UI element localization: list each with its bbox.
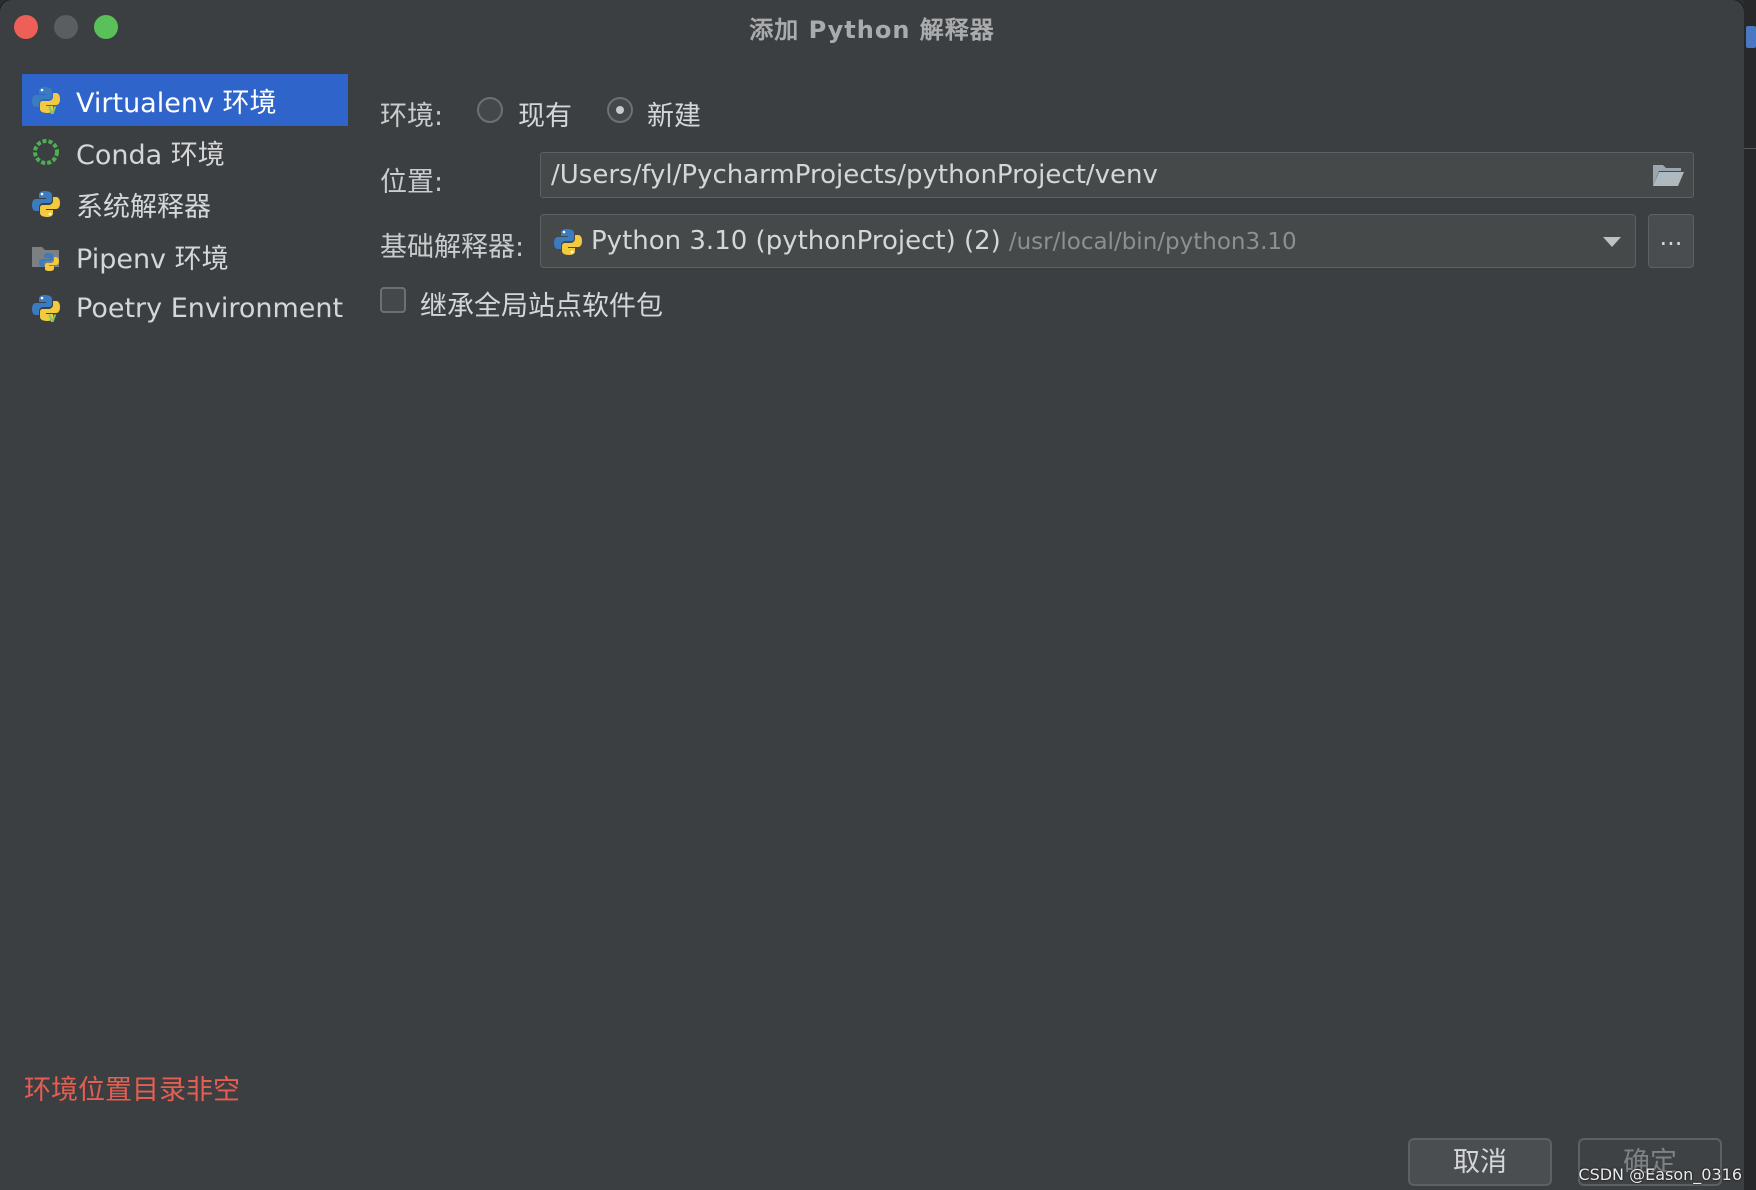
location-field bbox=[540, 152, 1694, 198]
chevron-down-icon bbox=[1603, 237, 1621, 247]
pipenv-icon bbox=[30, 240, 62, 272]
sidebar-item-label: Virtualenv 环境 bbox=[76, 87, 277, 119]
conda-icon bbox=[30, 136, 62, 168]
browse-interpreter-button[interactable]: ... bbox=[1648, 214, 1694, 268]
environment-type-sidebar: v Virtualenv 环境 Conda 环境 系统解释器 Pipenv 环境… bbox=[22, 74, 348, 334]
radio-new-label[interactable]: 新建 bbox=[647, 94, 701, 133]
base-interpreter-dropdown[interactable]: Python 3.10 (pythonProject) (2) /usr/loca… bbox=[540, 214, 1636, 268]
sidebar-item-poetry[interactable]: v Poetry Environment bbox=[22, 282, 348, 334]
svg-text:v: v bbox=[48, 311, 57, 323]
svg-text:v: v bbox=[48, 103, 57, 115]
radio-new[interactable] bbox=[607, 97, 633, 123]
poetry-icon: v bbox=[30, 292, 62, 324]
base-interpreter-label: 基础解释器: bbox=[380, 232, 525, 263]
location-label: 位置: bbox=[380, 167, 444, 198]
base-interpreter-name: Python 3.10 (pythonProject) (2) bbox=[591, 226, 1001, 256]
browse-folder-button[interactable] bbox=[1651, 161, 1685, 189]
base-interpreter-path: /usr/local/bin/python3.10 bbox=[1008, 229, 1297, 255]
cancel-button[interactable]: 取消 bbox=[1408, 1138, 1552, 1186]
inherit-global-packages-label[interactable]: 继承全局站点软件包 bbox=[420, 284, 663, 323]
environment-label: 环境: bbox=[380, 101, 444, 132]
python-icon bbox=[554, 229, 582, 255]
inherit-global-packages-checkbox[interactable] bbox=[380, 287, 406, 313]
folder-open-icon bbox=[1653, 165, 1684, 186]
radio-existing-label[interactable]: 现有 bbox=[518, 94, 572, 133]
sidebar-item-label: Pipenv 环境 bbox=[76, 243, 229, 275]
base-interpreter-value: Python 3.10 (pythonProject) (2) /usr/loca… bbox=[591, 226, 1297, 256]
sidebar-item-conda[interactable]: Conda 环境 bbox=[22, 126, 348, 178]
radio-existing[interactable] bbox=[477, 97, 503, 123]
watermark: CSDN @Eason_0316 bbox=[1578, 1165, 1742, 1184]
sidebar-item-pipenv[interactable]: Pipenv 环境 bbox=[22, 230, 348, 282]
divider bbox=[1744, 148, 1756, 149]
sidebar-item-system-interpreter[interactable]: 系统解释器 bbox=[22, 178, 348, 230]
python-virtualenv-icon: v bbox=[30, 84, 62, 116]
sidebar-item-label: 系统解释器 bbox=[76, 191, 211, 223]
background-highlight bbox=[1746, 26, 1756, 48]
background-window-edge bbox=[1744, 0, 1756, 1190]
add-python-interpreter-dialog: 添加 Python 解释器 v Virtualenv 环境 Conda 环境 系… bbox=[0, 0, 1744, 1190]
error-message: 环境位置目录非空 bbox=[24, 1075, 240, 1106]
location-input[interactable] bbox=[551, 153, 1621, 197]
sidebar-item-virtualenv[interactable]: v Virtualenv 环境 bbox=[22, 74, 348, 126]
sidebar-item-label: Conda 环境 bbox=[76, 139, 225, 171]
window-title: 添加 Python 解释器 bbox=[749, 16, 995, 44]
python-icon bbox=[30, 188, 62, 220]
sidebar-item-label: Poetry Environment bbox=[76, 292, 344, 324]
title-bar: 添加 Python 解释器 bbox=[0, 0, 1744, 56]
